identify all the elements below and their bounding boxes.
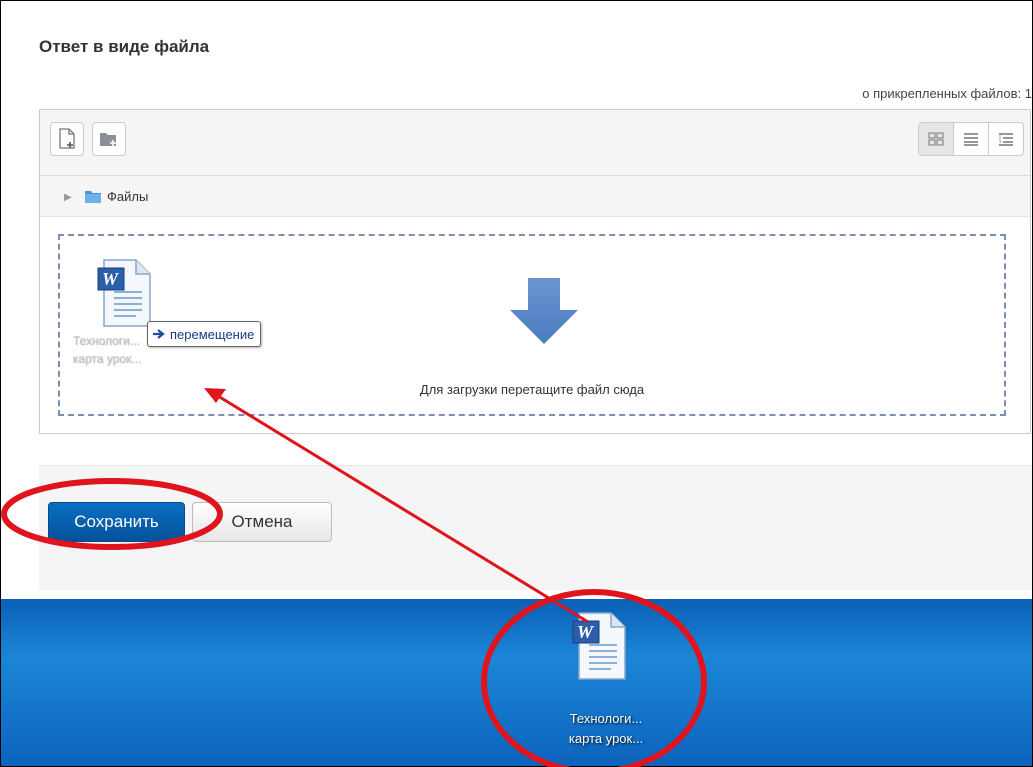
create-folder-icon	[100, 133, 116, 146]
add-file-icon	[59, 128, 75, 149]
add-file-button[interactable]	[50, 122, 84, 156]
grid-view-icon	[928, 132, 944, 146]
svg-text:W: W	[102, 269, 120, 289]
expand-arrow-icon[interactable]: ▶	[64, 192, 72, 203]
tree-view-button[interactable]	[988, 123, 1023, 155]
form-buttons-area: Сохранить Отмена	[39, 465, 1032, 590]
grid-view-button[interactable]	[919, 123, 953, 155]
desktop-word-document-icon[interactable]: W	[571, 611, 627, 681]
section-title: Ответ в виде файла	[39, 37, 210, 56]
tree-view-icon	[999, 133, 1013, 146]
drop-hint: Для загрузки перетащите файл сюда	[419, 382, 645, 397]
word-document-icon: W	[97, 259, 151, 327]
view-switcher	[918, 122, 1024, 156]
folder-icon	[85, 191, 101, 203]
upload-arrow-icon	[510, 278, 578, 344]
drop-zone[interactable]: W Технологи... карта урок... перемещение	[58, 234, 1006, 416]
moodle-page: Ответ в виде файла о прикрепленных файло…	[1, 1, 1032, 599]
windows-desktop: W Технологи... карта урок...	[1, 599, 1032, 766]
move-arrow-icon	[153, 329, 165, 339]
filemanager-toolbar	[40, 110, 1030, 176]
file-manager: ▶ Файлы W Технологи... карта урок... пер…	[39, 109, 1031, 434]
create-folder-button[interactable]	[92, 122, 126, 156]
max-files-info: о прикрепленных файлов: 1	[862, 86, 1032, 101]
move-tooltip: перемещение	[147, 321, 262, 347]
svg-text:W: W	[577, 622, 595, 642]
cancel-button[interactable]: Отмена	[192, 502, 332, 542]
desktop-file-name[interactable]: Технологи... карта урок...	[541, 709, 671, 749]
path-folder-label[interactable]: Файлы	[107, 189, 148, 204]
list-view-button[interactable]	[953, 123, 988, 155]
path-bar: ▶ Файлы	[40, 176, 1030, 217]
screenshot-frame: Ответ в виде файла о прикрепленных файло…	[0, 0, 1033, 767]
save-button[interactable]: Сохранить	[48, 502, 185, 542]
list-view-icon	[964, 133, 978, 146]
